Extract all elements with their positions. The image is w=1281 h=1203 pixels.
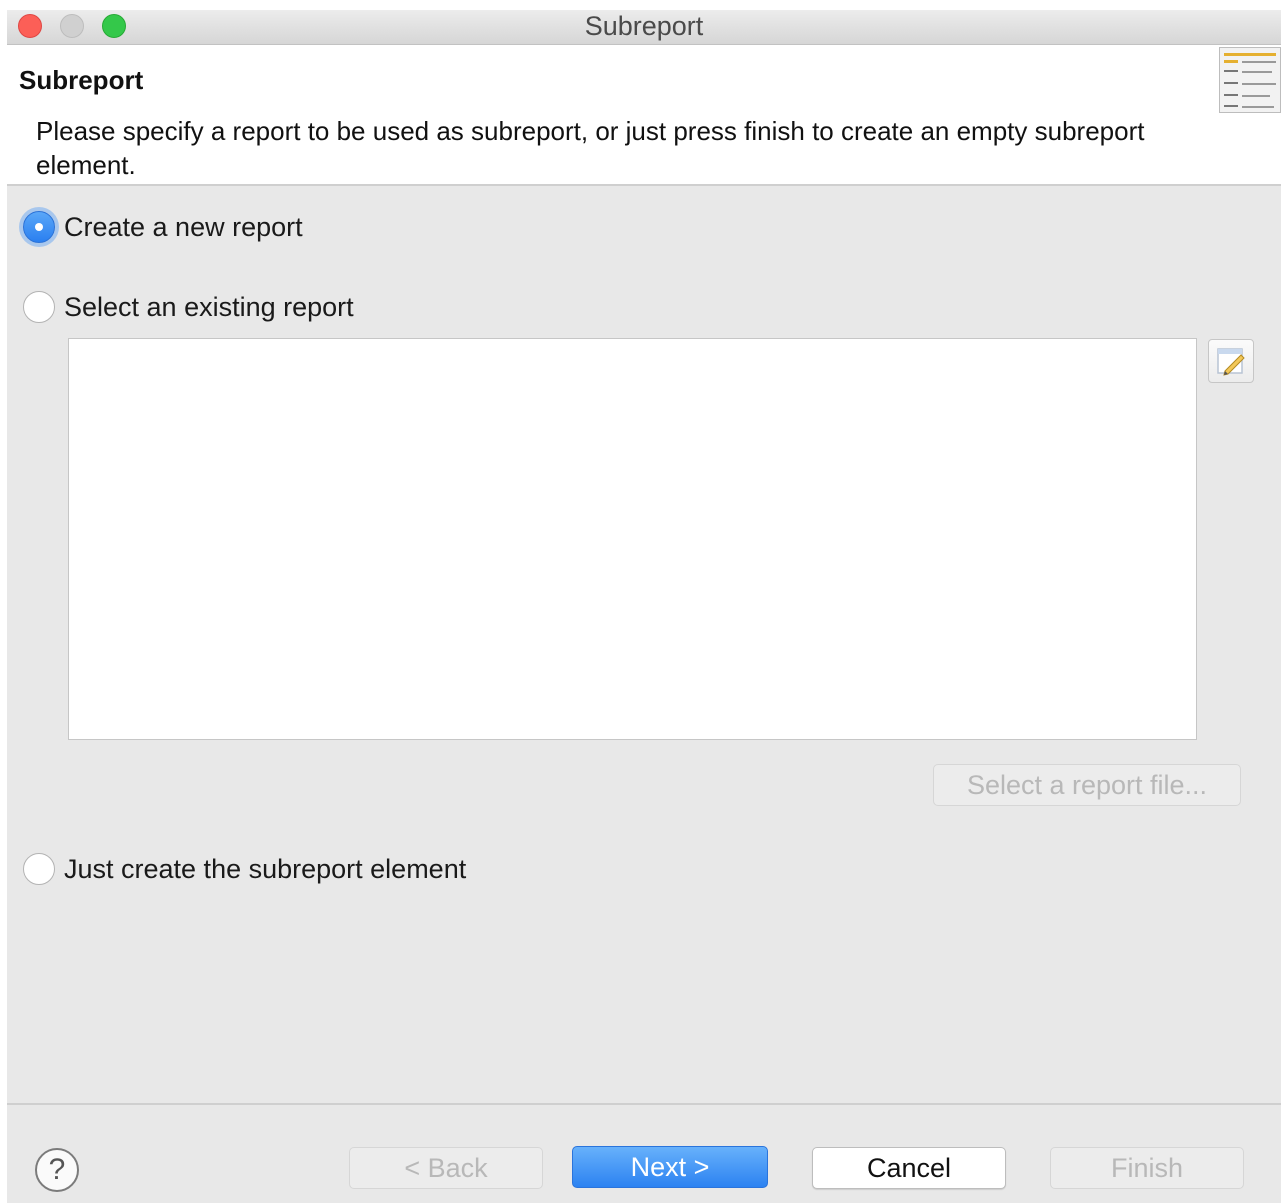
footer-divider [7, 1103, 1281, 1105]
edit-icon [1217, 348, 1245, 376]
just-create-element-radio[interactable] [23, 853, 55, 885]
option-just-create-element[interactable]: Just create the subreport element [23, 851, 466, 887]
dialog-window: Subreport Subreport Please specify a rep… [7, 10, 1281, 1203]
next-button[interactable]: Next > [572, 1146, 768, 1188]
create-new-report-radio[interactable] [23, 211, 55, 243]
create-new-report-label: Create a new report [64, 211, 303, 242]
window-title: Subreport [584, 11, 704, 41]
page-title: Subreport [19, 65, 144, 95]
back-button[interactable]: < Back [349, 1147, 543, 1189]
option-create-new-report[interactable]: Create a new report [23, 209, 303, 245]
select-existing-report-label: Select an existing report [64, 291, 354, 322]
title-bar: Subreport [7, 10, 1281, 45]
help-icon[interactable]: ? [35, 1148, 79, 1192]
just-create-element-label: Just create the subreport element [64, 853, 467, 884]
finish-button[interactable]: Finish [1050, 1147, 1244, 1189]
page-description: Please specify a report to be used as su… [36, 116, 1145, 180]
wizard-header: Subreport Please specify a report to be … [7, 45, 1281, 186]
edit-report-button[interactable] [1208, 339, 1254, 383]
select-report-file-button[interactable]: Select a report file... [933, 764, 1241, 806]
select-existing-report-radio[interactable] [23, 291, 55, 323]
option-select-existing-report[interactable]: Select an existing report [23, 289, 354, 325]
existing-report-list[interactable] [68, 338, 1197, 740]
cancel-button[interactable]: Cancel [812, 1147, 1006, 1189]
report-wizard-icon [1219, 47, 1281, 113]
